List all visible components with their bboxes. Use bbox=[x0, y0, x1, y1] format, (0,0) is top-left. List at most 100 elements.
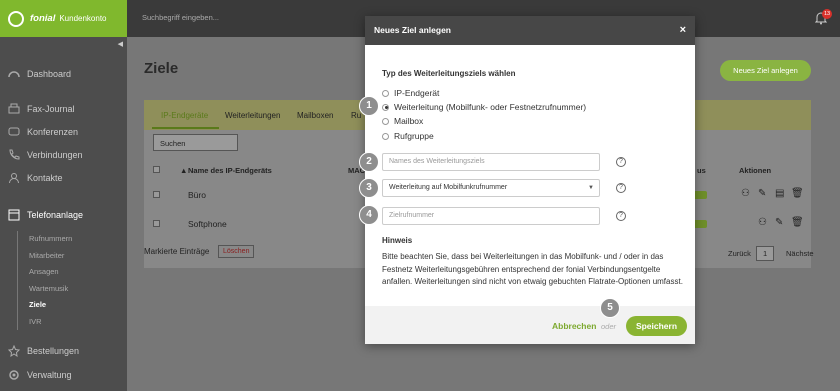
new-target-dialog: Neues Ziel anlegen × Typ des Weiterleitu… bbox=[365, 16, 695, 344]
save-button[interactable]: Speichern bbox=[626, 316, 687, 336]
status-badge bbox=[693, 220, 707, 228]
marked-entries-label: Markierte Einträge bbox=[144, 247, 210, 256]
conference-icon bbox=[8, 127, 20, 136]
notification-badge: 13 bbox=[822, 9, 832, 19]
help-icon[interactable]: ? bbox=[616, 211, 626, 221]
step-marker-1: 1 bbox=[359, 96, 379, 116]
sidebar-item-dashboard[interactable]: Dashboard bbox=[8, 68, 71, 80]
or-separator: oder bbox=[601, 322, 617, 331]
logo-icon bbox=[8, 10, 24, 27]
sidebar-item-label: Kontakte bbox=[27, 173, 63, 183]
edit-icon[interactable]: ✎ bbox=[775, 217, 783, 228]
global-search-input[interactable]: Suchbegriff eingeben... bbox=[142, 13, 219, 22]
sidebar-item-telefonanlage[interactable]: Telefonanlage bbox=[8, 209, 83, 221]
orders-icon bbox=[8, 345, 20, 357]
collapse-sidebar-icon[interactable]: ◀ bbox=[118, 40, 123, 48]
logo-subtitle: Kundenkonto bbox=[59, 14, 107, 23]
radio-rufgruppe[interactable]: Rufgruppe bbox=[382, 131, 434, 141]
radio-weiterleitung[interactable]: Weiterleitung (Mobilfunk- oder Festnetzr… bbox=[382, 102, 586, 112]
select-all-checkbox[interactable] bbox=[153, 166, 160, 173]
cancel-button[interactable]: Abbrechen bbox=[552, 321, 596, 331]
sidebar-item-kontakte[interactable]: Kontakte bbox=[8, 172, 63, 184]
radio-ip-endgeraet[interactable]: IP-Endgerät bbox=[382, 88, 439, 98]
tab-weiterleitungen[interactable]: Weiterleitungen bbox=[225, 111, 280, 120]
subnav-item-ivr[interactable]: IVR bbox=[29, 314, 72, 331]
tab-ip-endgeraete[interactable]: IP-Endgeräte bbox=[161, 111, 208, 120]
row-checkbox[interactable] bbox=[153, 220, 160, 227]
sidebar-item-bestellungen[interactable]: Bestellungen bbox=[8, 345, 79, 357]
sidebar-item-label: Fax-Journal bbox=[27, 104, 75, 114]
row-checkbox[interactable] bbox=[153, 191, 160, 198]
column-header-name[interactable]: Name des IP-Endgeräts bbox=[188, 166, 272, 175]
help-icon[interactable]: ? bbox=[616, 183, 626, 193]
close-icon[interactable]: × bbox=[680, 16, 686, 45]
sidebar-item-label: Dashboard bbox=[27, 69, 72, 79]
hint-text: Bitte beachten Sie, dass bei Weiterleitu… bbox=[382, 252, 683, 286]
subnav-item-ziele[interactable]: Ziele bbox=[29, 297, 72, 314]
step-marker-3: 3 bbox=[359, 178, 379, 198]
target-number-input[interactable]: Zielrufnummer bbox=[382, 207, 600, 225]
radio-label: IP-Endgerät bbox=[394, 88, 440, 98]
target-name-input[interactable]: Names des Weiterleitungsziels bbox=[382, 153, 600, 171]
subnav-item-ansagen[interactable]: Ansagen bbox=[29, 264, 72, 281]
step-marker-2: 2 bbox=[359, 152, 379, 172]
subnav: Rufnummern Mitarbeiter Ansagen Wartemusi… bbox=[17, 231, 72, 330]
sidebar-item-verwaltung[interactable]: Verwaltung bbox=[8, 369, 72, 381]
pagination-back[interactable]: Zurück bbox=[728, 249, 751, 258]
pagination-next[interactable]: Nächste bbox=[786, 249, 814, 258]
radio-button-selected[interactable] bbox=[382, 103, 389, 111]
radio-label: Weiterleitung (Mobilfunk- oder Festnetzr… bbox=[394, 102, 587, 112]
sidebar: fonial Kundenkonto ◀ bbox=[0, 0, 127, 391]
reset-icon[interactable]: ▤ bbox=[775, 188, 784, 199]
phone-icon bbox=[9, 149, 20, 160]
pbx-icon bbox=[8, 209, 20, 221]
hint-title: Hinweis bbox=[382, 236, 413, 245]
tab-rufgruppen[interactable]: Ru bbox=[351, 111, 361, 120]
logo-text: fonial bbox=[30, 13, 56, 24]
radio-mailbox[interactable]: Mailbox bbox=[382, 116, 423, 126]
forward-type-select[interactable]: Weiterleitung auf Mobilfunkrufnummer ▼ bbox=[382, 179, 600, 197]
status-badge bbox=[693, 191, 707, 199]
sidebar-item-label: Konferenzen bbox=[27, 127, 79, 137]
dialog-title: Neues Ziel anlegen bbox=[374, 25, 451, 35]
chevron-down-icon: ▼ bbox=[588, 185, 594, 191]
step-marker-4: 4 bbox=[359, 205, 379, 225]
active-tab-indicator bbox=[152, 127, 219, 129]
target-type-label: Typ des Weiterleitungsziels wählen bbox=[382, 69, 516, 78]
contacts-icon bbox=[9, 173, 19, 184]
page-title: Ziele bbox=[144, 60, 179, 77]
table-search-placeholder: Suchen bbox=[160, 139, 186, 148]
dashboard-icon bbox=[8, 71, 20, 78]
help-icon[interactable]: ? bbox=[616, 157, 626, 167]
admin-icon bbox=[9, 370, 19, 380]
radio-button[interactable] bbox=[382, 117, 389, 125]
subnav-item-mitarbeiter[interactable]: Mitarbeiter bbox=[29, 248, 72, 265]
delete-icon[interactable]: 🗑 bbox=[791, 188, 804, 199]
delete-icon[interactable]: 🗑 bbox=[791, 217, 804, 228]
column-header-status[interactable]: us bbox=[697, 166, 706, 175]
select-value: Weiterleitung auf Mobilfunkrufnummer bbox=[389, 184, 508, 191]
tab-mailboxen[interactable]: Mailboxen bbox=[297, 111, 333, 120]
delete-marked-button[interactable]: Löschen bbox=[218, 245, 255, 258]
sidebar-item-label: Telefonanlage bbox=[27, 210, 84, 220]
table-row-name: Softphone bbox=[188, 219, 227, 229]
radio-label: Rufgruppe bbox=[394, 131, 434, 141]
radio-button[interactable] bbox=[382, 89, 389, 97]
sidebar-item-konferenzen[interactable]: Konferenzen bbox=[8, 126, 78, 138]
edit-icon[interactable]: ✎ bbox=[758, 188, 766, 199]
sidebar-item-verbindungen[interactable]: Verbindungen bbox=[8, 149, 83, 161]
sidebar-item-label: Verwaltung bbox=[27, 370, 72, 380]
sidebar-item-fax-journal[interactable]: Fax-Journal bbox=[8, 103, 75, 115]
subnav-item-rufnummern[interactable]: Rufnummern bbox=[29, 231, 72, 248]
step-marker-5: 5 bbox=[600, 298, 620, 318]
radio-button[interactable] bbox=[382, 132, 389, 140]
assign-user-icon[interactable]: ⚇ bbox=[741, 188, 750, 199]
sort-asc-icon[interactable]: ▲ bbox=[180, 166, 187, 175]
logo[interactable]: fonial Kundenkonto bbox=[0, 0, 127, 37]
assign-user-icon[interactable]: ⚇ bbox=[758, 217, 767, 228]
new-target-button[interactable]: Neues Ziel anlegen bbox=[720, 60, 811, 81]
subnav-item-wartemusik[interactable]: Wartemusik bbox=[29, 281, 72, 298]
radio-label: Mailbox bbox=[394, 116, 424, 126]
pagination-page[interactable]: 1 bbox=[756, 246, 775, 261]
column-header-actions: Aktionen bbox=[739, 166, 772, 175]
